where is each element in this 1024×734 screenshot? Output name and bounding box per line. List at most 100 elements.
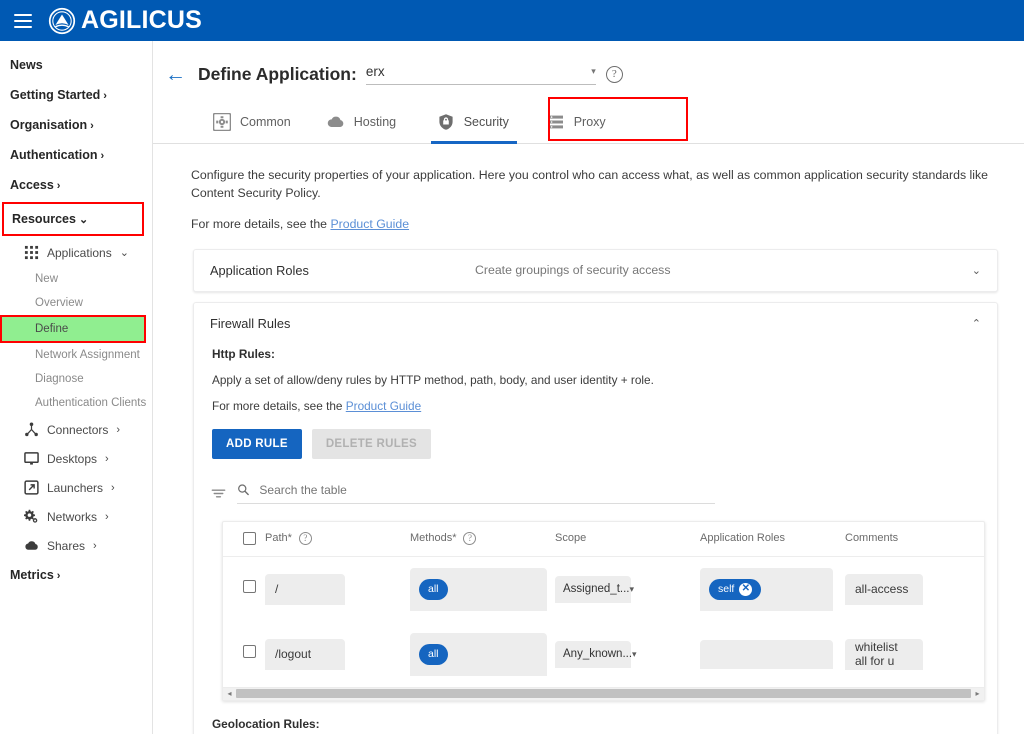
scrollbar-thumb[interactable]: [236, 689, 971, 698]
cell-methods: all: [410, 556, 555, 622]
sidebar-item-resources[interactable]: Resources⌄: [2, 202, 144, 236]
firewall-rules-panel: Firewall Rules ⌃ Http Rules: Apply a set…: [193, 302, 998, 734]
scope-select[interactable]: Assigned_t...▾: [555, 576, 631, 603]
sidebar-item-connectors[interactable]: Connectors›: [0, 415, 152, 444]
common-gear-icon: [213, 113, 231, 131]
intro-more-details: For more details, see the Product Guide: [167, 203, 1010, 231]
sidebar-item-label: Define: [35, 323, 68, 335]
methods-field[interactable]: all: [410, 568, 547, 611]
sidebar-item-news[interactable]: News: [0, 50, 152, 80]
chevron-down-icon: ⌄: [79, 214, 88, 226]
row-select-cell: [223, 556, 265, 622]
sidebar-item-label: Resources: [12, 212, 76, 226]
close-icon[interactable]: ✕: [739, 583, 752, 596]
roles-field[interactable]: self ✕: [700, 568, 833, 611]
row-select-cell: [223, 622, 265, 687]
cloud-icon: [24, 538, 39, 553]
http-rules-button-row: ADD RULE DELETE RULES: [194, 413, 997, 459]
comments-input[interactable]: whitelist all for u: [845, 639, 923, 670]
search-icon: [237, 483, 249, 496]
scroll-right-icon[interactable]: ▸: [971, 689, 984, 698]
sidebar-item-define[interactable]: Define: [0, 315, 146, 343]
sidebar-item-label: Overview: [35, 297, 83, 309]
application-roles-header[interactable]: Application Roles Create groupings of se…: [194, 250, 997, 291]
cloud-icon: [327, 113, 345, 131]
row-checkbox[interactable]: [243, 580, 256, 593]
firewall-rules-title: Firewall Rules: [210, 316, 972, 331]
path-input[interactable]: /logout: [265, 639, 345, 670]
methods-field[interactable]: all: [410, 633, 547, 676]
row-checkbox[interactable]: [243, 645, 256, 658]
sidebar-item-overview[interactable]: Overview: [0, 291, 152, 315]
back-arrow-icon[interactable]: ←: [165, 64, 186, 85]
sidebar-item-diagnose[interactable]: Diagnose: [0, 367, 152, 391]
chip-label: self: [718, 583, 734, 595]
chevron-down-icon: ⌄: [120, 246, 129, 259]
chevron-up-icon[interactable]: ⌃: [972, 317, 981, 330]
product-guide-link[interactable]: Product Guide: [346, 399, 421, 413]
chevron-down-icon[interactable]: ⌄: [972, 264, 981, 277]
comments-input[interactable]: all-access: [845, 574, 923, 605]
search-box[interactable]: [237, 483, 715, 504]
roles-field[interactable]: [700, 640, 833, 669]
chevron-right-icon: ›: [57, 180, 61, 192]
tab-label: Hosting: [354, 115, 396, 129]
path-input[interactable]: /: [265, 574, 345, 605]
filter-icon[interactable]: [210, 485, 227, 502]
product-guide-link[interactable]: Product Guide: [330, 217, 409, 231]
sidebar-item-applications[interactable]: Applications⌄: [0, 238, 152, 267]
sidebar-item-label: Shares: [47, 539, 85, 553]
select-all-checkbox[interactable]: [243, 532, 256, 545]
sidebar-item-shares[interactable]: Shares ›: [0, 531, 152, 560]
help-circle-icon[interactable]: ?: [606, 66, 623, 83]
sidebar-item-getting-started[interactable]: Getting Started›: [0, 80, 152, 110]
main-content: ← Define Application: erx ▾ ? Common: [153, 41, 1024, 734]
tab-hosting[interactable]: Hosting: [309, 101, 419, 144]
chevron-right-icon: ›: [116, 424, 120, 436]
scroll-left-icon[interactable]: ◂: [223, 689, 236, 698]
table-horizontal-scrollbar[interactable]: ◂ ▸: [223, 687, 984, 700]
sidebar-item-launchers[interactable]: Launchers›: [0, 473, 152, 502]
application-select[interactable]: erx ▾: [366, 64, 596, 85]
table-header-row: Path* ? Methods* ?: [223, 522, 985, 557]
sidebar-item-metrics[interactable]: Metrics›: [0, 560, 152, 590]
tab-common[interactable]: Common: [195, 101, 309, 144]
method-chip[interactable]: all: [419, 579, 448, 600]
sidebar-item-access[interactable]: Access›: [0, 170, 152, 200]
help-circle-icon[interactable]: ?: [463, 532, 476, 545]
chevron-right-icon: ›: [101, 150, 105, 162]
geolocation-rules-label: Geolocation Rules:: [194, 701, 997, 731]
sidebar-item-networks[interactable]: Networks›: [0, 502, 152, 531]
column-label: Methods*: [410, 532, 456, 544]
application-roles-panel: Application Roles Create groupings of se…: [193, 249, 998, 292]
tab-proxy[interactable]: Proxy: [529, 101, 639, 144]
cell-application-roles: [700, 622, 845, 687]
cell-scope: Any_known...▾: [555, 622, 700, 687]
tab-label: Common: [240, 115, 291, 129]
chevron-right-icon: ›: [90, 120, 94, 132]
sidebar-item-desktops[interactable]: Desktops›: [0, 444, 152, 473]
sidebar-item-organisation[interactable]: Organisation›: [0, 110, 152, 140]
tab-bar: Common Hosting Security: [153, 101, 1024, 144]
role-chip[interactable]: self ✕: [709, 579, 761, 600]
sidebar-item-authentication[interactable]: Authentication›: [0, 140, 152, 170]
cell-path: /logout: [265, 622, 410, 687]
http-rules-description: Apply a set of allow/deny rules by HTTP …: [194, 361, 997, 387]
hamburger-icon[interactable]: [14, 14, 32, 28]
cell-methods: all: [410, 622, 555, 687]
scope-select[interactable]: Any_known...▾: [555, 641, 631, 668]
page-header: ← Define Application: erx ▾ ?: [153, 41, 1024, 93]
sidebar-item-new[interactable]: New: [0, 267, 152, 291]
sidebar-item-network-assignment[interactable]: Network Assignment: [0, 343, 152, 367]
more-details-prefix: For more details, see the: [212, 399, 346, 413]
firewall-rules-header[interactable]: Firewall Rules ⌃: [194, 303, 997, 345]
page-title: Define Application:: [198, 64, 357, 85]
tab-security[interactable]: Security: [419, 101, 529, 144]
search-input[interactable]: [259, 483, 715, 497]
sidebar-item-authentication-clients[interactable]: Authentication Clients: [0, 391, 152, 415]
add-rule-button[interactable]: ADD RULE: [212, 429, 302, 459]
chevron-right-icon: ›: [93, 540, 97, 552]
method-chip[interactable]: all: [419, 644, 448, 665]
help-circle-icon[interactable]: ?: [299, 532, 312, 545]
cell-scope: Assigned_t...▾: [555, 556, 700, 622]
